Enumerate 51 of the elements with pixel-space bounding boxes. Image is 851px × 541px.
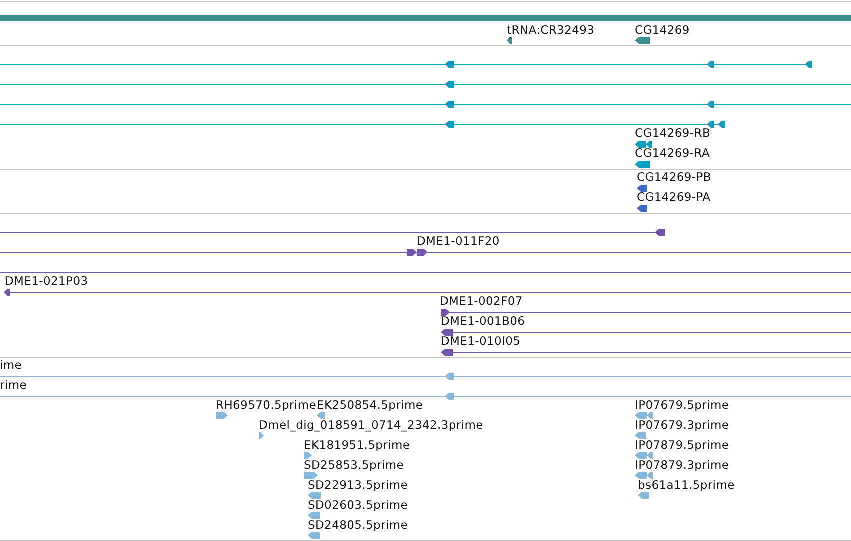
feature-glyph[interactable] xyxy=(304,472,318,478)
feature-label[interactable]: DME1-010I05 xyxy=(441,334,521,348)
transcript-drawing[interactable] xyxy=(0,248,851,256)
feature-glyph[interactable] xyxy=(635,412,653,418)
feature-label[interactable]: SD25853.5prime xyxy=(304,458,404,472)
feature-label[interactable]: IP07679.5prime xyxy=(635,398,730,412)
feature-label[interactable]: SD24805.5prime xyxy=(308,518,408,532)
transcript-drawing[interactable] xyxy=(0,60,812,68)
feature-label[interactable]: RH69570.5prime xyxy=(216,398,316,412)
transcript-drawing[interactable] xyxy=(0,120,725,128)
feature-glyph[interactable] xyxy=(304,452,312,458)
feature-label[interactable]: Dmel_dig_018591_0714_2342.3prime xyxy=(259,418,484,432)
feature-glyph[interactable] xyxy=(308,492,321,498)
feature-glyph[interactable] xyxy=(507,36,512,44)
feature-label[interactable]: DME1-021P03 xyxy=(5,274,88,288)
feature-label[interactable]: SD02603.5prime xyxy=(308,498,408,512)
feature-label[interactable]: CG14269-RA xyxy=(635,146,710,160)
feature-glyph[interactable] xyxy=(259,432,264,438)
transcript-drawing[interactable] xyxy=(441,348,851,356)
feature-glyph[interactable] xyxy=(637,184,647,192)
transcript-drawing[interactable] xyxy=(0,228,665,236)
feature-label[interactable]: CG14269-PB xyxy=(637,170,712,184)
feature-label[interactable]: tRNA:CR32493 xyxy=(507,23,595,37)
feature-glyph[interactable] xyxy=(317,412,325,418)
feature-label[interactable]: IP07879.5prime xyxy=(635,438,730,452)
feature-label[interactable]: DME1-002F07 xyxy=(440,294,523,308)
feature-glyph[interactable] xyxy=(216,412,228,418)
feature-label[interactable]: DME1-001B06 xyxy=(441,314,526,328)
feature-glyph[interactable] xyxy=(638,492,649,498)
transcript-drawing[interactable] xyxy=(4,288,851,296)
feature-label[interactable]: DME1-011F20 xyxy=(417,234,500,248)
feature-glyph[interactable] xyxy=(635,432,646,438)
transcript-drawing[interactable] xyxy=(441,328,851,336)
feature-glyph[interactable] xyxy=(635,472,653,478)
feature-glyph[interactable] xyxy=(308,512,320,518)
feature-label[interactable]: CG14269 xyxy=(635,23,690,37)
feature-label[interactable]: EK250854.5prime xyxy=(317,398,424,412)
feature-label[interactable]: CG14269-PA xyxy=(637,190,711,204)
feature-label[interactable]: ime xyxy=(0,358,22,372)
feature-label[interactable]: CG14269-RB xyxy=(635,126,711,140)
transcript-drawing[interactable] xyxy=(441,308,851,316)
transcript-drawing[interactable] xyxy=(0,100,851,108)
feature-label[interactable]: rime xyxy=(0,378,28,392)
feature-label[interactable]: SD22913.5prime xyxy=(308,478,408,492)
feature-glyph[interactable] xyxy=(635,452,653,458)
feature-glyph[interactable] xyxy=(635,140,652,148)
feature-label[interactable]: IP07679.3prime xyxy=(635,418,730,432)
feature-label[interactable]: bs61a11.5prime xyxy=(638,478,735,492)
transcript-drawing[interactable] xyxy=(0,80,851,88)
feature-label[interactable]: IP07879.3prime xyxy=(635,458,730,472)
feature-label[interactable]: EK181951.5prime xyxy=(304,438,410,452)
